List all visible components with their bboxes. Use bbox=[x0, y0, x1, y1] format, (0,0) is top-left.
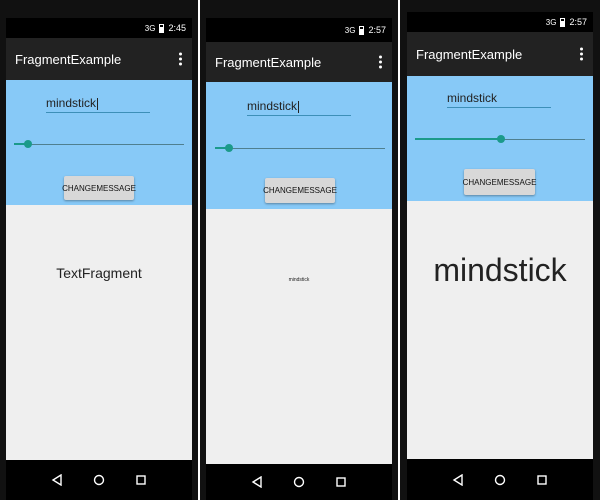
back-icon[interactable] bbox=[251, 476, 263, 488]
overflow-menu-icon[interactable] bbox=[580, 47, 583, 61]
phone-screen: 3G 2:45 FragmentExample mindstick CHANGE… bbox=[6, 18, 192, 500]
font-size-seekbar-thumb[interactable] bbox=[497, 135, 505, 143]
overflow-menu-icon[interactable] bbox=[179, 52, 182, 66]
app-title: FragmentExample bbox=[15, 51, 122, 67]
recents-icon[interactable] bbox=[536, 474, 548, 486]
status-time: 2:57 bbox=[368, 25, 386, 35]
font-size-seekbar-thumb[interactable] bbox=[225, 144, 233, 152]
status-time: 2:45 bbox=[168, 23, 186, 33]
home-icon[interactable] bbox=[494, 474, 506, 486]
text-fragment: mindstick bbox=[206, 209, 392, 464]
change-message-button[interactable]: CHANGEMESSAGE bbox=[62, 176, 136, 200]
battery-icon bbox=[359, 25, 365, 35]
text-caret bbox=[97, 97, 99, 110]
input-fragment: mindstick CHANGEMESSAGE bbox=[407, 76, 593, 201]
home-icon[interactable] bbox=[293, 476, 305, 488]
phone-screenshot-3: 3G 2:57 FragmentExample mindstick CHANGE… bbox=[400, 0, 600, 500]
action-bar: FragmentExample bbox=[206, 42, 392, 82]
text-fragment: mindstick bbox=[407, 201, 593, 459]
phone-screenshot-1: 3G 2:45 FragmentExample mindstick CHANGE… bbox=[0, 0, 198, 500]
font-size-seekbar-thumb[interactable] bbox=[24, 140, 32, 148]
input-fragment: mindstick CHANGEMESSAGE bbox=[206, 82, 392, 209]
font-size-seekbar-track[interactable] bbox=[14, 144, 184, 145]
status-bar: 3G 2:57 bbox=[206, 18, 392, 42]
text-fragment-display: TextFragment bbox=[56, 264, 142, 281]
signal-icon: 3G bbox=[144, 23, 156, 33]
change-message-button[interactable]: CHANGEMESSAGE bbox=[263, 178, 337, 203]
font-size-seekbar-progress bbox=[415, 138, 501, 140]
back-icon[interactable] bbox=[452, 473, 464, 486]
battery-icon bbox=[560, 17, 566, 27]
overflow-menu-icon[interactable] bbox=[379, 55, 382, 69]
message-input-text: mindstick bbox=[447, 91, 498, 105]
battery-icon bbox=[159, 23, 165, 33]
message-input-text: mindstick bbox=[46, 96, 97, 110]
recents-icon[interactable] bbox=[335, 476, 347, 488]
navigation-bar bbox=[6, 460, 192, 500]
font-size-seekbar-track[interactable] bbox=[215, 148, 385, 149]
message-input-text: mindstick bbox=[247, 99, 298, 113]
change-message-button[interactable]: CHANGEMESSAGE bbox=[463, 169, 536, 195]
message-input[interactable]: mindstick bbox=[447, 91, 551, 108]
text-caret bbox=[298, 100, 300, 113]
phone-screen: 3G 2:57 FragmentExample mindstick CHANGE… bbox=[206, 18, 392, 500]
status-bar: 3G 2:45 bbox=[6, 18, 192, 38]
home-icon[interactable] bbox=[93, 474, 105, 486]
text-fragment-display: mindstick bbox=[288, 276, 310, 283]
message-input[interactable]: mindstick bbox=[247, 99, 351, 116]
message-input[interactable]: mindstick bbox=[46, 96, 150, 113]
navigation-bar bbox=[206, 464, 392, 500]
status-bar: 3G 2:57 bbox=[407, 12, 593, 32]
phone-screen: 3G 2:57 FragmentExample mindstick CHANGE… bbox=[407, 12, 593, 500]
text-fragment: TextFragment bbox=[6, 205, 192, 460]
app-title: FragmentExample bbox=[215, 54, 322, 70]
app-title: FragmentExample bbox=[416, 46, 523, 62]
action-bar: FragmentExample bbox=[407, 32, 593, 76]
action-bar: FragmentExample bbox=[6, 38, 192, 80]
back-icon[interactable] bbox=[51, 474, 63, 486]
text-fragment-display: mindstick bbox=[433, 251, 567, 288]
recents-icon[interactable] bbox=[135, 474, 147, 486]
phone-screenshot-2: 3G 2:57 FragmentExample mindstick CHANGE… bbox=[200, 0, 398, 500]
input-fragment: mindstick CHANGEMESSAGE bbox=[6, 80, 192, 205]
status-time: 2:57 bbox=[569, 17, 587, 27]
navigation-bar bbox=[407, 459, 593, 500]
signal-icon: 3G bbox=[344, 25, 356, 35]
signal-icon: 3G bbox=[545, 17, 557, 27]
